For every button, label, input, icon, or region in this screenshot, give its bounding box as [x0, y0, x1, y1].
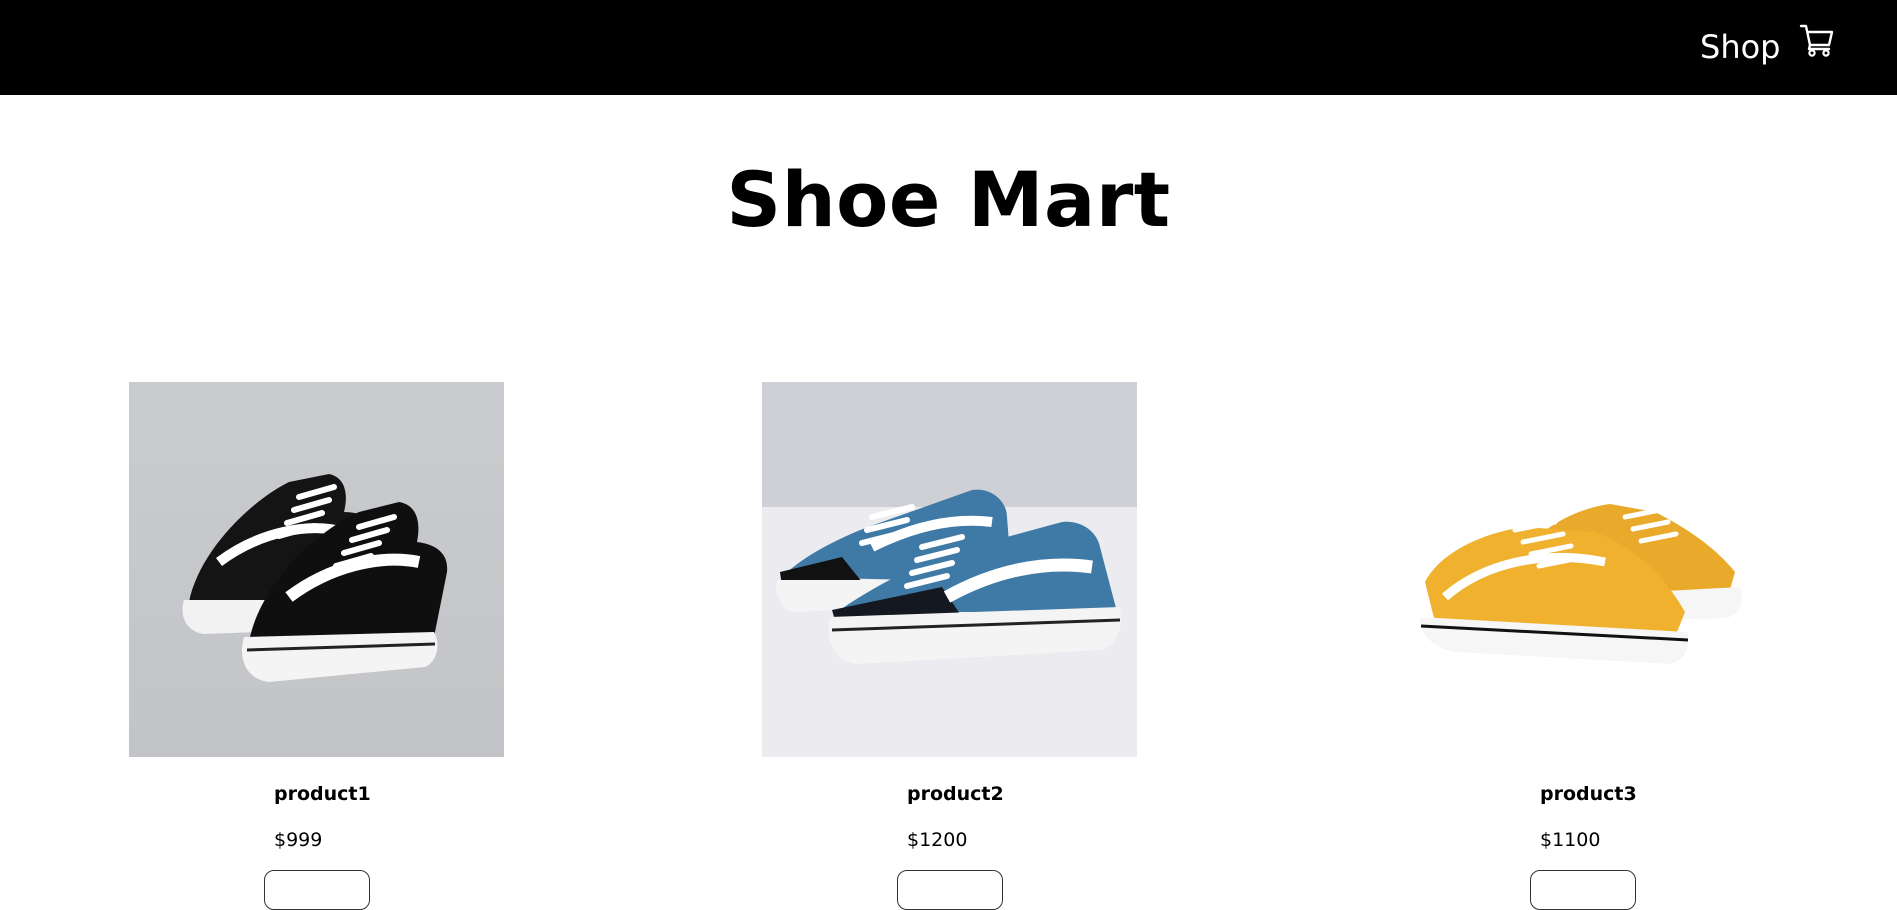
- product-price: $1100: [1540, 829, 1601, 851]
- product-card: product1 $999: [129, 382, 504, 910]
- product-name: product2: [907, 783, 1004, 805]
- top-navbar: Shop: [0, 0, 1897, 95]
- nav-shop-link[interactable]: Shop: [1700, 24, 1780, 70]
- add-to-cart-button[interactable]: [897, 870, 1003, 910]
- page-title: Shoe Mart: [726, 155, 1171, 244]
- add-to-cart-button[interactable]: [1530, 870, 1636, 910]
- add-to-cart-button[interactable]: [264, 870, 370, 910]
- product-price: $1200: [907, 829, 968, 851]
- product-name: product1: [274, 783, 371, 805]
- shoe-image-blue[interactable]: [762, 382, 1137, 757]
- product-name: product3: [1540, 783, 1637, 805]
- cart-icon[interactable]: [1798, 21, 1836, 59]
- product-card: product2 $1200: [762, 382, 1137, 910]
- product-card: product3 $1100: [1395, 382, 1770, 910]
- product-price: $999: [274, 829, 323, 851]
- shoe-image-yellow[interactable]: [1395, 382, 1770, 757]
- shoe-image-black[interactable]: [129, 382, 504, 757]
